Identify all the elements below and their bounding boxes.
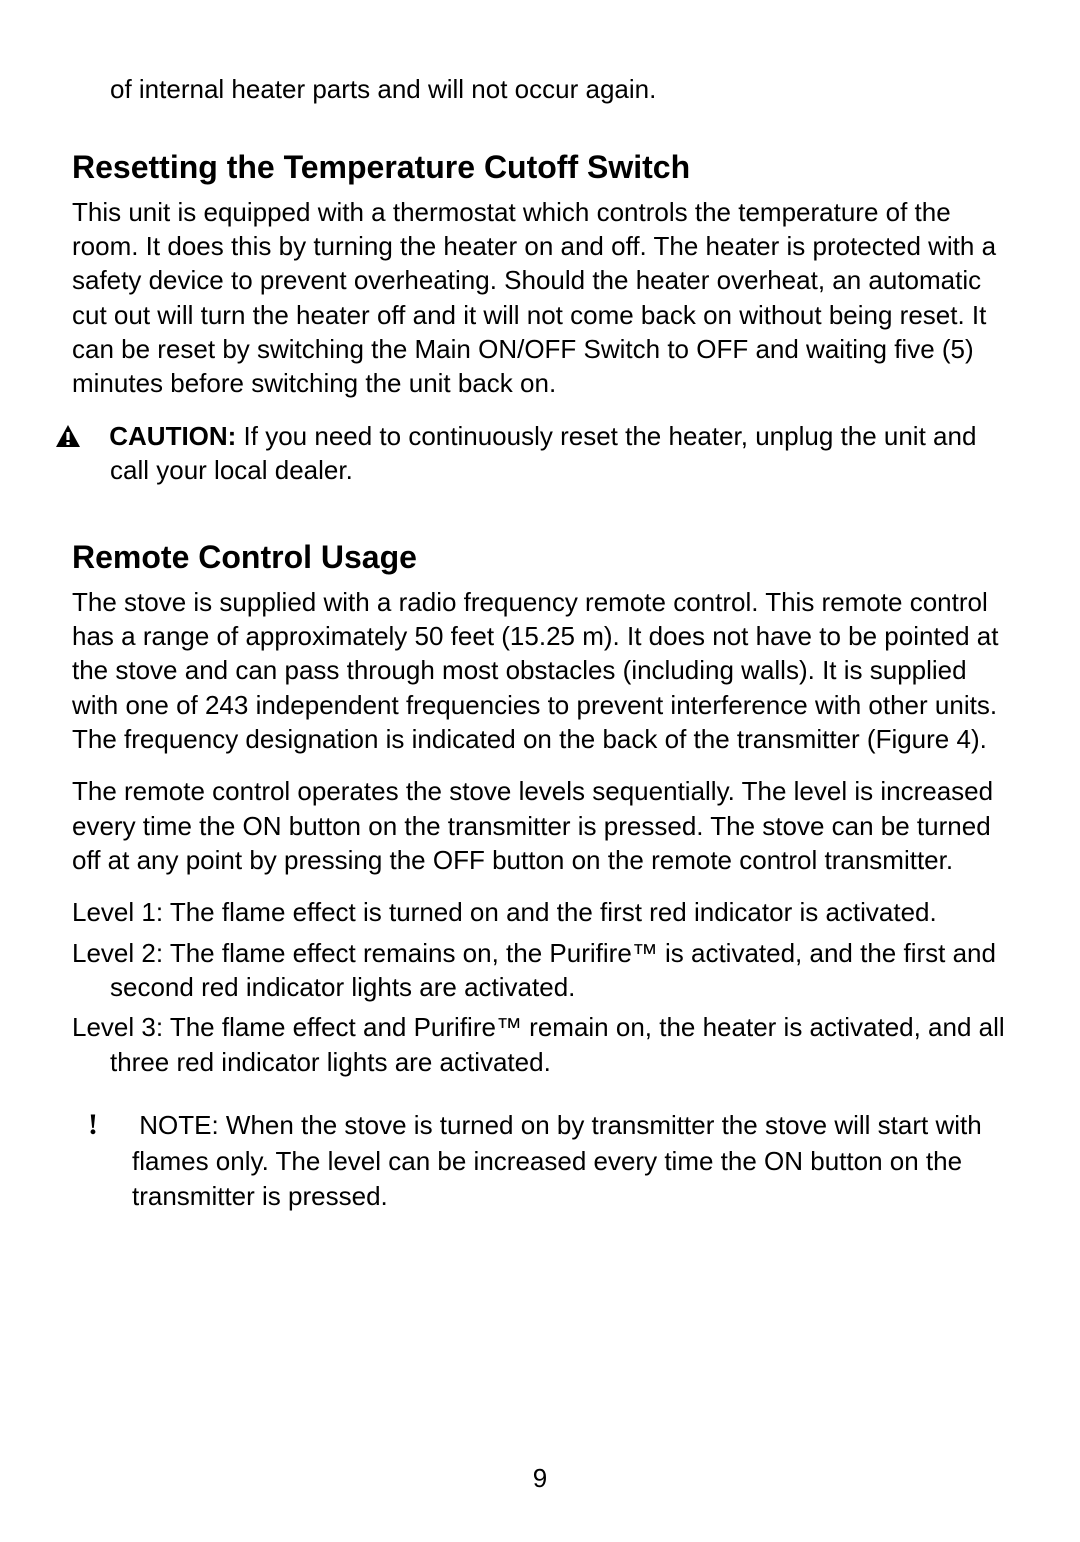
exclamation-icon: ! [110, 1105, 132, 1145]
caution-block: CAUTION: If you need to continuously res… [72, 419, 1008, 488]
level-1: Level 1: The flame effect is turned on a… [72, 895, 1008, 929]
warning-icon [72, 419, 102, 453]
para-resetting: This unit is equipped with a thermostat … [72, 195, 1008, 401]
note-label: NOTE: [139, 1110, 218, 1140]
continued-paragraph: of internal heater parts and will not oc… [110, 72, 1008, 107]
level-2: Level 2: The flame effect remains on, th… [72, 936, 1008, 1005]
heading-remote: Remote Control Usage [72, 537, 1008, 579]
level-3: Level 3: The flame effect and Purifire™ … [72, 1010, 1008, 1079]
para-remote-1: The stove is supplied with a radio frequ… [72, 585, 1008, 757]
document-page: of internal heater parts and will not oc… [0, 0, 1080, 1542]
caution-text: If you need to continuously reset the he… [110, 421, 976, 485]
note-block: ! NOTE: When the stove is turned on by t… [72, 1105, 1008, 1213]
page-number: 9 [0, 1463, 1080, 1494]
note-text: When the stove is turned on by transmitt… [132, 1110, 982, 1211]
para-remote-2: The remote control operates the stove le… [72, 774, 1008, 877]
caution-label: CAUTION: [109, 421, 236, 451]
heading-resetting: Resetting the Temperature Cutoff Switch [72, 147, 1008, 189]
